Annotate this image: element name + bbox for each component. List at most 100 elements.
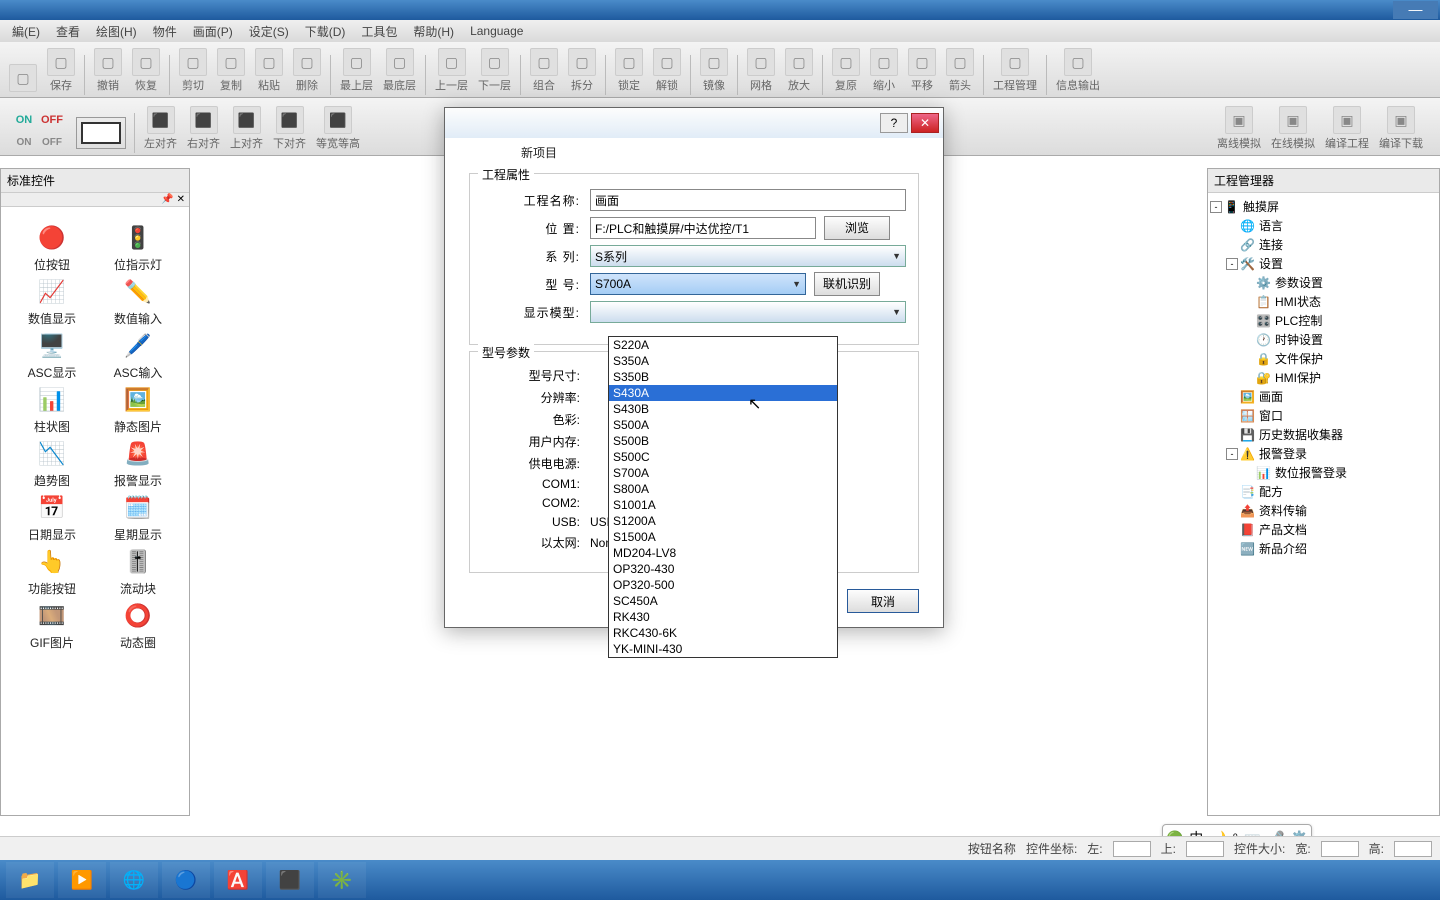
model-dropdown-list[interactable]: S220AS350AS350BS430AS430BS500AS500BS500C…	[608, 336, 838, 658]
widget-item[interactable]: 🎚️流动块	[97, 547, 179, 597]
tree-node[interactable]: 🆕新品介绍	[1210, 539, 1437, 558]
dropdown-option[interactable]: S350B	[609, 369, 837, 385]
widget-item[interactable]: 🚨报警显示	[97, 439, 179, 489]
menu-item[interactable]: 画面(P)	[185, 23, 241, 40]
dropdown-option[interactable]: S500B	[609, 433, 837, 449]
menu-item[interactable]: Language	[462, 24, 531, 38]
dropdown-option[interactable]: YK-MINI-430	[609, 641, 837, 657]
minimize-button[interactable]: —	[1393, 1, 1438, 19]
taskbar-media[interactable]: ▶️	[58, 862, 106, 898]
toolbar-button[interactable]: ▢信息输出	[1052, 46, 1104, 95]
dropdown-option[interactable]: MD204-LV8	[609, 545, 837, 561]
toolbar-button[interactable]: ▢粘贴	[251, 46, 287, 95]
widget-item[interactable]: ⭕动态圈	[97, 601, 179, 651]
toolbar-button[interactable]: ▢平移	[904, 46, 940, 95]
tree-node[interactable]: 💾历史数据收集器	[1210, 425, 1437, 444]
widget-item[interactable]: 🗓️星期显示	[97, 493, 179, 543]
toolbar-button[interactable]: ▢锁定	[611, 46, 647, 95]
sim-button[interactable]: ▣编译工程	[1321, 104, 1373, 153]
widget-item[interactable]: 🖼️静态图片	[97, 385, 179, 435]
dropdown-option[interactable]: S500A	[609, 417, 837, 433]
toolbar-button[interactable]: ▢放大	[781, 46, 817, 95]
widget-item[interactable]: 🔴位按钮	[11, 223, 93, 273]
toolbar-button[interactable]: ▢箭头	[942, 46, 978, 95]
menu-item[interactable]: 物件	[145, 23, 185, 40]
cancel-button[interactable]: 取消	[847, 589, 919, 613]
widget-item[interactable]: 🖊️ASC输入	[97, 331, 179, 381]
align-button[interactable]: ⬛等宽等高	[312, 104, 364, 153]
dropdown-option[interactable]: S220A	[609, 337, 837, 353]
dropdown-option[interactable]: S1001A	[609, 497, 837, 513]
dropdown-option[interactable]: S430A	[609, 385, 837, 401]
toolbar-button[interactable]: ▢下一层	[474, 46, 515, 95]
width-input[interactable]	[1321, 841, 1359, 857]
tree-node[interactable]: -🛠️设置	[1210, 254, 1437, 273]
tree-node[interactable]: 📕产品文档	[1210, 520, 1437, 539]
widget-item[interactable]: 🚦位指示灯	[97, 223, 179, 273]
taskbar-explorer[interactable]: 📁	[6, 862, 54, 898]
menu-item[interactable]: 編(E)	[4, 23, 48, 40]
toolbar-button[interactable]: ▢复制	[213, 46, 249, 95]
toolbar-button[interactable]: ▢剪切	[175, 46, 211, 95]
dropdown-option[interactable]: OP320-500	[609, 577, 837, 593]
tree-node[interactable]: 🌐语言	[1210, 216, 1437, 235]
widget-item[interactable]: 📅日期显示	[11, 493, 93, 543]
toolbar-button[interactable]: ▢恢复	[128, 46, 164, 95]
toolbar-button[interactable]: ▢最上层	[336, 46, 377, 95]
toolbar-button[interactable]: ▢网格	[743, 46, 779, 95]
tree-node[interactable]: 🪟窗口	[1210, 406, 1437, 425]
left-input[interactable]	[1113, 841, 1151, 857]
toolbar-button[interactable]: ▢最底层	[379, 46, 420, 95]
toolbar-button[interactable]: ▢组合	[526, 46, 562, 95]
tree-node[interactable]: -📱触摸屏	[1210, 197, 1437, 216]
taskbar-app2[interactable]: 🅰️	[214, 862, 262, 898]
widget-item[interactable]: 📈数值显示	[11, 277, 93, 327]
on-toggle[interactable]: ON	[10, 109, 38, 131]
help-button[interactable]: ?	[880, 113, 908, 133]
align-button[interactable]: ⬛上对齐	[226, 104, 267, 153]
taskbar-chrome[interactable]: 🌐	[110, 862, 158, 898]
widget-item[interactable]: ✏️数值输入	[97, 277, 179, 327]
toolbar-button[interactable]: ▢撤销	[90, 46, 126, 95]
dropdown-option[interactable]: S700A	[609, 465, 837, 481]
sim-button[interactable]: ▣在线模拟	[1267, 104, 1319, 153]
tree-node[interactable]: -⚠️报警登录	[1210, 444, 1437, 463]
toolbar-button[interactable]: ▢工程管理	[989, 46, 1041, 95]
project-name-input[interactable]	[590, 189, 906, 211]
widget-item[interactable]: 📉趋势图	[11, 439, 93, 489]
browse-button[interactable]: 浏览	[824, 216, 890, 240]
color-swatch[interactable]	[81, 122, 121, 144]
dropdown-option[interactable]: S350A	[609, 353, 837, 369]
menu-item[interactable]: 下载(D)	[297, 23, 354, 40]
tree-node[interactable]: 🔒文件保护	[1210, 349, 1437, 368]
menu-item[interactable]: 工具包	[353, 23, 405, 40]
tree-node[interactable]: 🕐时钟设置	[1210, 330, 1437, 349]
tree-node[interactable]: 📤资料传输	[1210, 501, 1437, 520]
close-button[interactable]: ✕	[911, 113, 939, 133]
dropdown-option[interactable]: S430B	[609, 401, 837, 417]
widget-item[interactable]: 🖥️ASC显示	[11, 331, 93, 381]
display-model-select[interactable]: ▼	[590, 301, 906, 323]
toolbar-button[interactable]: ▢复原	[828, 46, 864, 95]
tree-node[interactable]: 📑配方	[1210, 482, 1437, 501]
dropdown-option[interactable]: S1200A	[609, 513, 837, 529]
dropdown-option[interactable]: S800A	[609, 481, 837, 497]
toolbar-button[interactable]: ▢上一层	[431, 46, 472, 95]
top-input[interactable]	[1186, 841, 1224, 857]
tree-node[interactable]: ⚙️参数设置	[1210, 273, 1437, 292]
taskbar-app3[interactable]: ⬛	[266, 862, 314, 898]
toolbar-button[interactable]: ▢删除	[289, 46, 325, 95]
taskbar-app1[interactable]: 🔵	[162, 862, 210, 898]
identify-button[interactable]: 联机识别	[814, 272, 880, 296]
sim-button[interactable]: ▣编译下载	[1375, 104, 1427, 153]
tree-node[interactable]: 🎛️PLC控制	[1210, 311, 1437, 330]
tree-node[interactable]: 📋HMI状态	[1210, 292, 1437, 311]
height-input[interactable]	[1394, 841, 1432, 857]
off-toggle[interactable]: OFF	[38, 109, 66, 131]
widget-item[interactable]: 🎞️GIF图片	[11, 601, 93, 651]
toolbar-button[interactable]: ▢	[5, 62, 41, 95]
tree-node[interactable]: 🖼️画面	[1210, 387, 1437, 406]
tree-node[interactable]: 🔐HMI保护	[1210, 368, 1437, 387]
align-button[interactable]: ⬛右对齐	[183, 104, 224, 153]
sim-button[interactable]: ▣离线模拟	[1213, 104, 1265, 153]
